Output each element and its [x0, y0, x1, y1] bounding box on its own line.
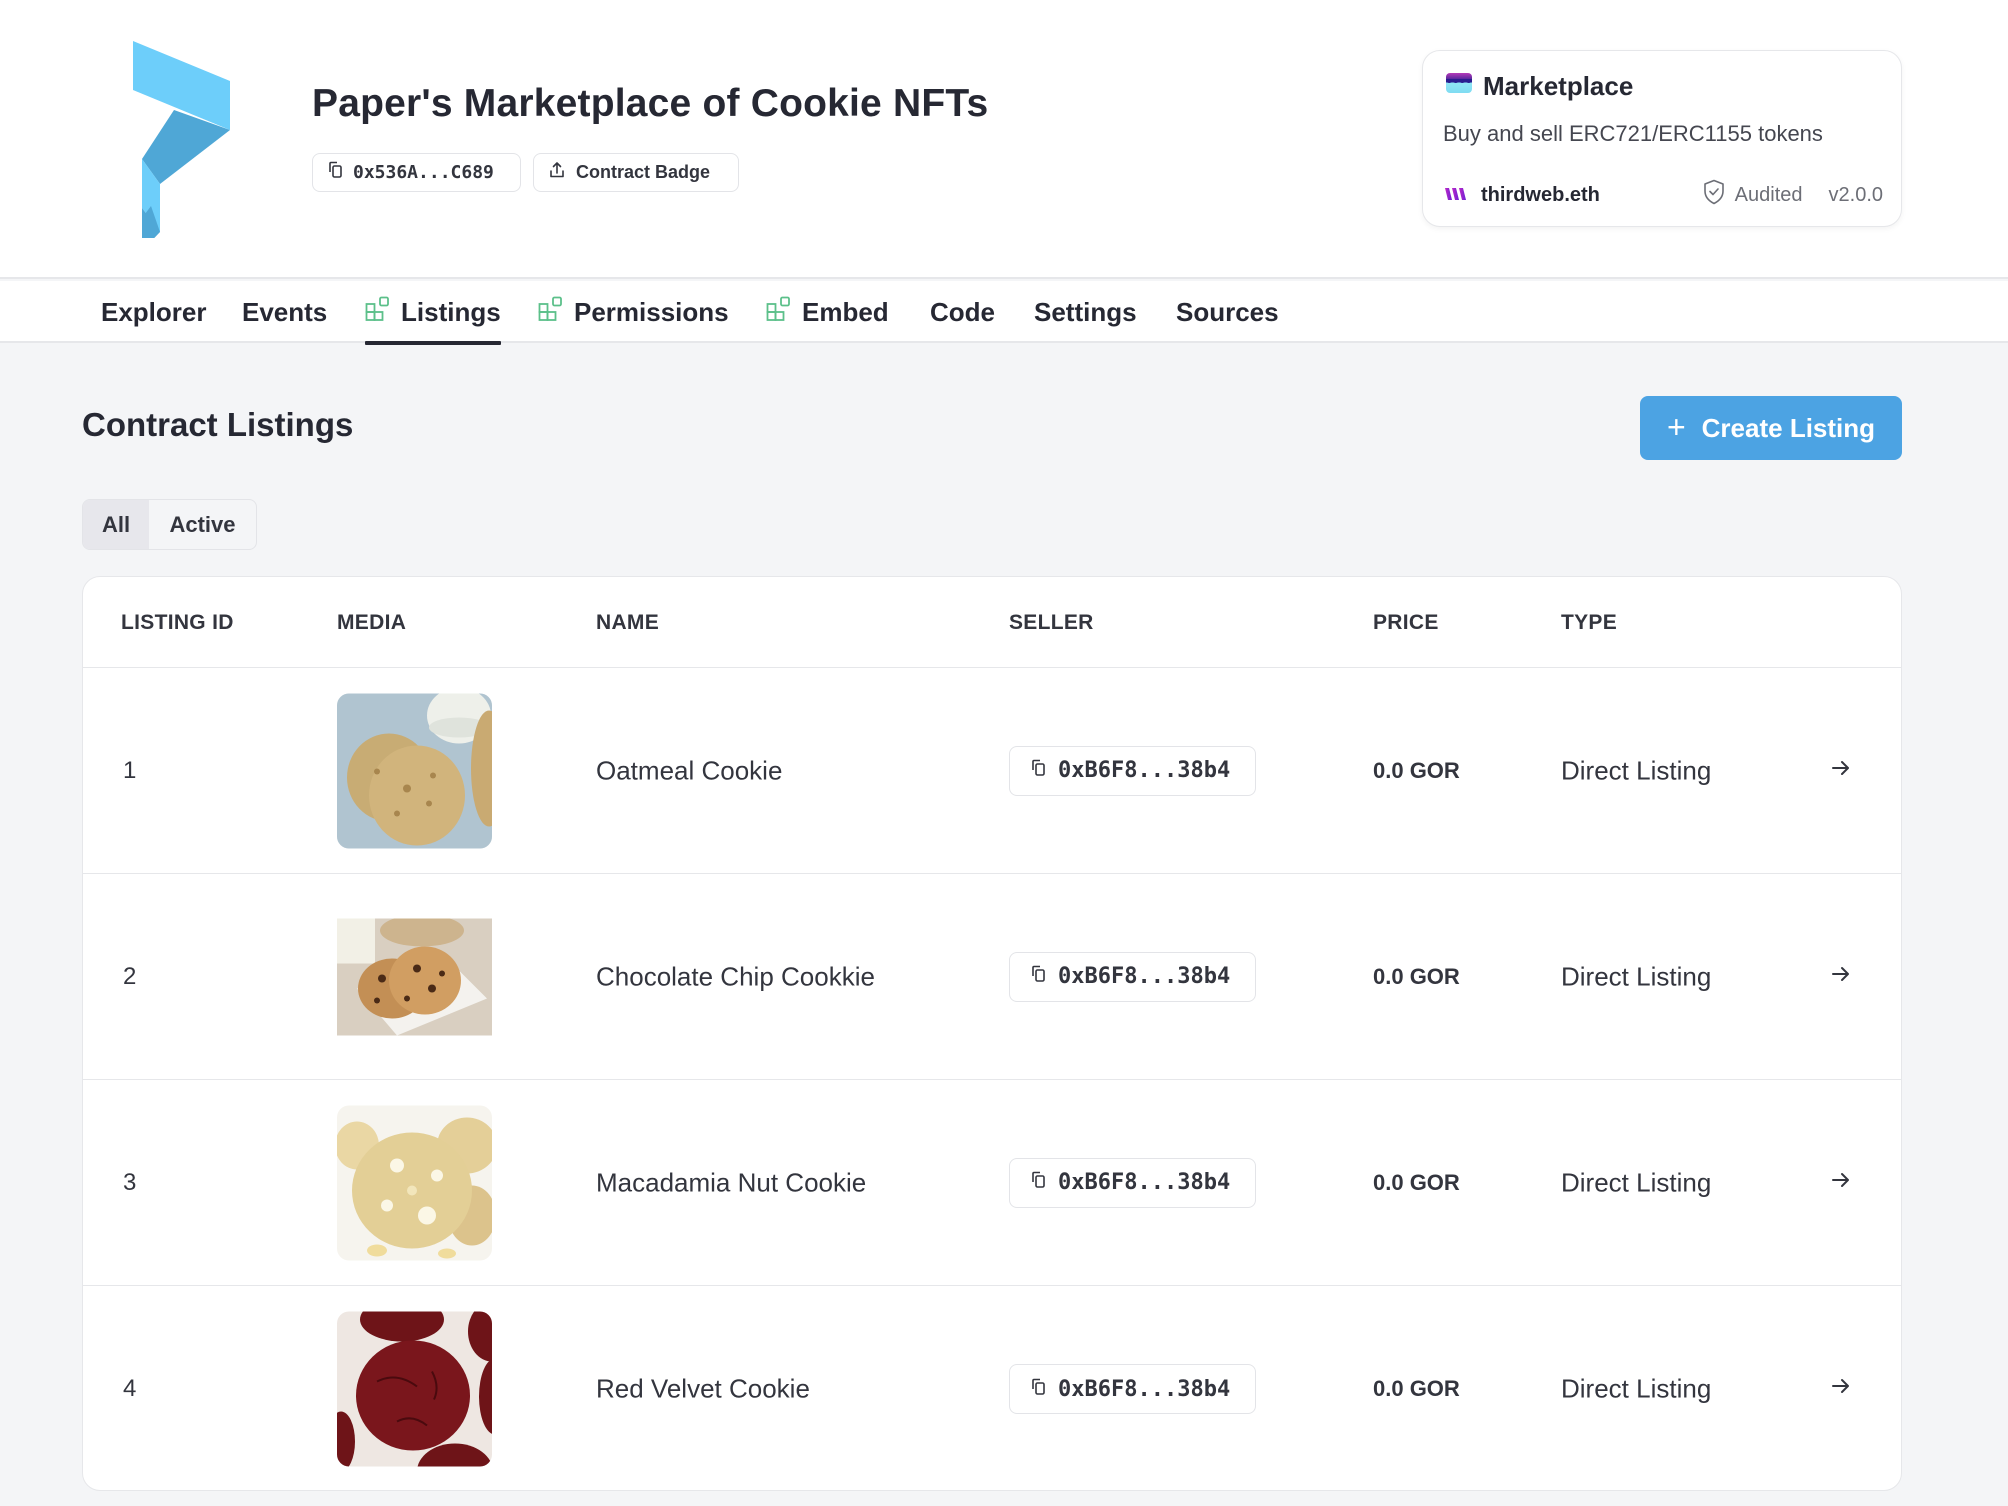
- listing-name: Oatmeal Cookie: [596, 755, 783, 785]
- tab-label: Permissions: [574, 296, 729, 327]
- copy-icon: [1030, 1170, 1046, 1195]
- thirdweb-icon: [1445, 184, 1467, 207]
- tab-sources[interactable]: Sources: [1176, 281, 1279, 343]
- copy-seller-address-button[interactable]: 0xB6F8...38b4: [1009, 745, 1256, 796]
- listing-id: 2: [123, 962, 137, 990]
- tab-label: Embed: [802, 296, 889, 327]
- tab-code[interactable]: Code: [930, 281, 995, 343]
- listing-type: Direct Listing: [1561, 961, 1712, 991]
- copy-seller-address-button[interactable]: 0xB6F8...38b4: [1009, 1157, 1256, 1208]
- tab-label: Explorer: [101, 296, 207, 327]
- contract-title: Paper's Marketplace of Cookie NFTs: [312, 82, 989, 125]
- copy-icon: [1030, 758, 1046, 783]
- tab-label: Settings: [1034, 296, 1137, 327]
- tab-embed[interactable]: Embed: [766, 281, 889, 343]
- listing-type: Direct Listing: [1561, 1373, 1712, 1404]
- listing-name: Macadamia Nut Cookie: [596, 1167, 867, 1197]
- seller-address: 0xB6F8...38b4: [1058, 1376, 1231, 1402]
- plus-icon: +: [1666, 408, 1686, 445]
- tab-label: Listings: [401, 296, 501, 327]
- contract-version: v2.0.0: [1828, 183, 1883, 206]
- tab-explorer[interactable]: Explorer: [101, 281, 207, 343]
- table-header: LISTING ID MEDIA NAME SELLER PRICE TYPE: [83, 577, 1901, 668]
- copy-icon: [327, 161, 343, 184]
- column-header-type: TYPE: [1561, 611, 1618, 634]
- listing-id: 3: [123, 1168, 137, 1196]
- paper-logo-icon: [130, 38, 242, 251]
- column-header-media: MEDIA: [337, 611, 407, 634]
- listing-name: Red Velvet Cookie: [596, 1373, 810, 1404]
- chocolate-chip-cookie-image: [337, 918, 492, 1035]
- share-icon: [548, 161, 566, 184]
- storefront-icon: [1445, 71, 1473, 102]
- extension-icon: [766, 296, 792, 329]
- seller-address: 0xB6F8...38b4: [1058, 964, 1231, 989]
- publisher-name: thirdweb.eth: [1481, 183, 1600, 206]
- table-row[interactable]: 4 Red Velvet Cookie 0xB6F8...38b4 0.0 GO…: [83, 1286, 1901, 1490]
- red-velvet-cookie-image: [337, 1311, 492, 1467]
- seller-address: 0xB6F8...38b4: [1058, 1170, 1231, 1195]
- shield-check-icon: [1703, 179, 1725, 211]
- listings-table: LISTING ID MEDIA NAME SELLER PRICE TYPE …: [82, 576, 1902, 1491]
- listing-type: Direct Listing: [1561, 1167, 1712, 1197]
- table-row[interactable]: 1 Oatmeal Cookie 0xB6F8...38b4 0.0 GOR D…: [83, 668, 1901, 874]
- extension-icon: [365, 296, 391, 329]
- copy-icon: [1030, 1377, 1046, 1402]
- listing-type: Direct Listing: [1561, 755, 1712, 785]
- tab-label: Events: [242, 296, 328, 327]
- tab-label: Code: [930, 296, 995, 327]
- seller-address: 0xB6F8...38b4: [1058, 758, 1231, 783]
- column-header-name: NAME: [596, 611, 660, 634]
- contract-type-description: Buy and sell ERC721/ERC1155 tokens: [1443, 121, 1823, 146]
- page-title: Contract Listings: [82, 406, 354, 443]
- copy-contract-address-button[interactable]: 0x536A...C689: [312, 153, 521, 192]
- tab-settings[interactable]: Settings: [1034, 281, 1137, 343]
- listing-price: 0.0 GOR: [1373, 757, 1460, 783]
- listing-price: 0.0 GOR: [1373, 1169, 1460, 1195]
- listing-filter: All Active: [82, 499, 257, 550]
- publisher[interactable]: thirdweb.eth: [1445, 184, 1600, 207]
- tab-label: Sources: [1176, 296, 1279, 327]
- create-listing-button[interactable]: + Create Listing: [1640, 396, 1902, 460]
- listing-price: 0.0 GOR: [1373, 963, 1460, 989]
- table-row[interactable]: 2 Chocolate Chip Cookkie 0xB6F8...38b4 0…: [83, 874, 1901, 1080]
- arrow-right-icon[interactable]: [1828, 961, 1854, 987]
- contract-type-card[interactable]: Marketplace Buy and sell ERC721/ERC1155 …: [1422, 50, 1902, 227]
- copy-seller-address-button[interactable]: 0xB6F8...38b4: [1009, 951, 1256, 1002]
- column-header-price: PRICE: [1373, 611, 1439, 634]
- listing-id: 1: [123, 756, 137, 784]
- copy-seller-address-button[interactable]: 0xB6F8...38b4: [1009, 1364, 1256, 1414]
- tab-listings[interactable]: Listings: [365, 281, 501, 345]
- listing-id: 4: [123, 1375, 137, 1402]
- macadamia-nut-cookie-image: [337, 1105, 492, 1260]
- contract-header: Paper's Marketplace of Cookie NFTs 0x536…: [0, 0, 2008, 279]
- contract-badge-label: Contract Badge: [576, 162, 711, 182]
- arrow-right-icon[interactable]: [1828, 1167, 1854, 1193]
- oatmeal-cookie-image: [337, 693, 492, 848]
- column-header-seller: SELLER: [1009, 611, 1094, 634]
- contract-tabs: Explorer Events Listings Permissions Emb…: [0, 281, 2008, 345]
- column-header-listing-id: LISTING ID: [121, 611, 234, 634]
- filter-active-button[interactable]: Active: [149, 500, 256, 549]
- audited-badge[interactable]: Audited: [1703, 179, 1803, 211]
- listing-name: Chocolate Chip Cookkie: [596, 961, 875, 991]
- extension-icon: [538, 296, 564, 329]
- audited-label: Audited: [1734, 183, 1803, 206]
- filter-all-button[interactable]: All: [83, 500, 149, 549]
- copy-icon: [1030, 964, 1046, 989]
- tab-events[interactable]: Events: [242, 281, 327, 343]
- create-listing-label: Create Listing: [1701, 412, 1876, 443]
- arrow-right-icon[interactable]: [1828, 755, 1854, 781]
- contract-address: 0x536A...C689: [353, 162, 494, 183]
- table-row[interactable]: 3 Macadamia Nut Cookie 0xB6F8...38b4 0.0…: [83, 1080, 1901, 1286]
- tab-permissions[interactable]: Permissions: [538, 281, 729, 343]
- arrow-right-icon[interactable]: [1828, 1373, 1854, 1399]
- contract-type-name: Marketplace: [1483, 71, 1634, 101]
- contract-badge-button[interactable]: Contract Badge: [533, 153, 739, 192]
- listing-price: 0.0 GOR: [1373, 1376, 1460, 1401]
